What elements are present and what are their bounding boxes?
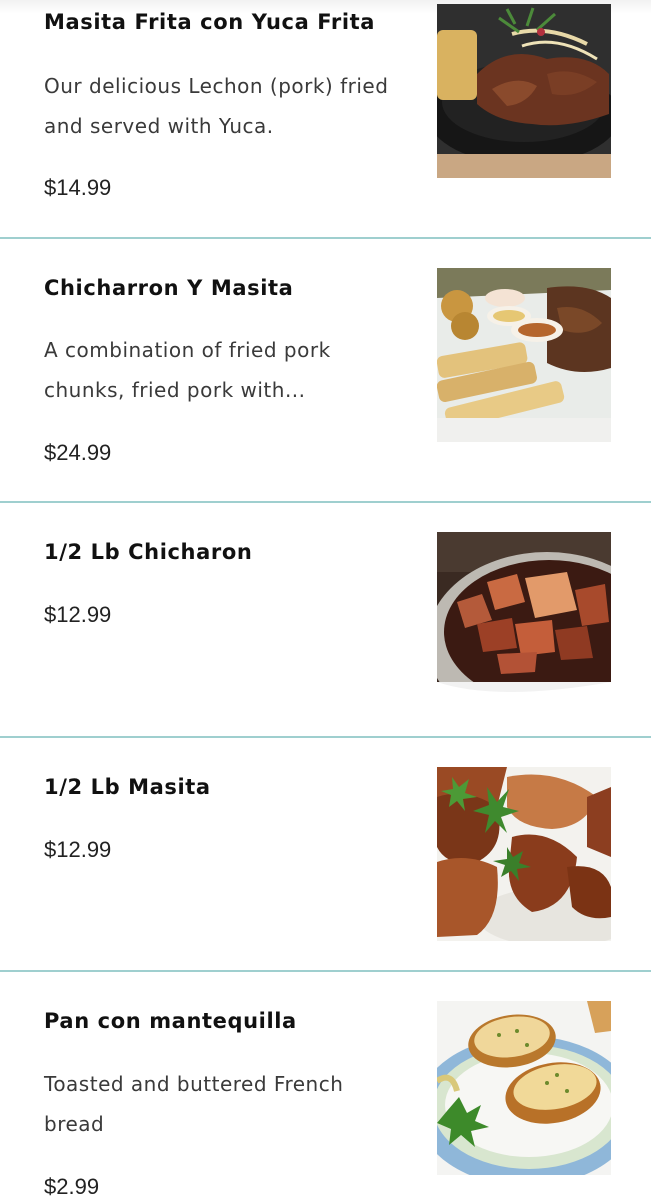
item-price: $12.99 bbox=[44, 837, 112, 862]
menu-item-half-lb-chicharon[interactable]: 1/2 Lb Chicharon $12.99 bbox=[0, 503, 651, 736]
chicharron-bowl-photo[interactable] bbox=[437, 532, 611, 706]
menu-item-half-lb-masita[interactable]: 1/2 Lb Masita $12.99 bbox=[0, 738, 651, 970]
item-name: Masita Frita con Yuca Frita bbox=[44, 10, 376, 34]
item-price: $24.99 bbox=[44, 440, 112, 465]
item-description: Toasted and buttered French bread bbox=[44, 1072, 344, 1136]
masita-plate-photo[interactable] bbox=[437, 767, 611, 941]
item-name: 1/2 Lb Masita bbox=[44, 775, 211, 799]
menu-item-pan-con-mantequilla[interactable]: Pan con mantequilla Toasted and buttered… bbox=[0, 972, 651, 1200]
item-name: Chicharron Y Masita bbox=[44, 276, 294, 300]
buttered-bread-photo[interactable] bbox=[437, 1001, 611, 1175]
item-description: Our delicious Lechon (pork) fried and se… bbox=[44, 74, 389, 138]
item-name: 1/2 Lb Chicharon bbox=[44, 540, 253, 564]
item-name: Pan con mantequilla bbox=[44, 1009, 297, 1033]
menu-item-chicharron-y-masita[interactable]: Chicharron Y Masita A combination of fri… bbox=[0, 239, 651, 501]
fried-pork-skillet-photo[interactable] bbox=[437, 4, 611, 178]
item-price: $2.99 bbox=[44, 1174, 100, 1199]
item-description: A combination of fried pork chunks, frie… bbox=[44, 338, 331, 402]
menu-item-masita-frita[interactable]: Masita Frita con Yuca Frita Our deliciou… bbox=[0, 0, 651, 238]
item-price: $12.99 bbox=[44, 602, 112, 627]
pork-and-yuca-platter-photo[interactable] bbox=[437, 268, 611, 442]
item-price: $14.99 bbox=[44, 175, 112, 200]
